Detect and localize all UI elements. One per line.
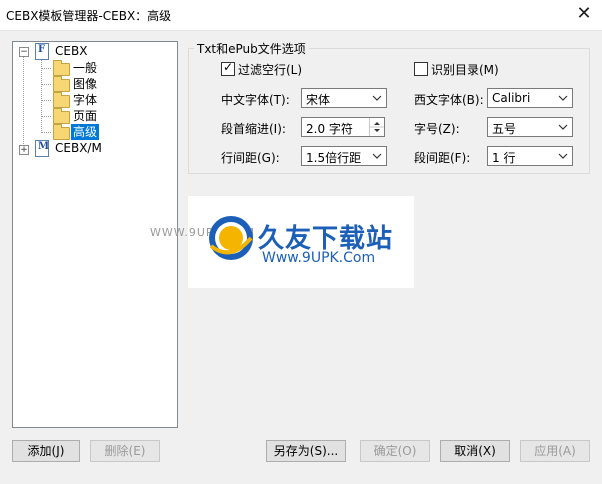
tree-item-cebx[interactable]: CEBX	[55, 43, 87, 59]
window-title: CEBX模板管理器-CEBX：高级	[6, 9, 172, 23]
recognize-toc-label[interactable]: 识别目录(M)	[431, 61, 499, 78]
folder-icon	[53, 92, 70, 108]
add-button[interactable]: 添加(J)	[12, 440, 80, 462]
tree-item-general[interactable]: 一般	[73, 60, 97, 76]
folder-icon	[53, 108, 70, 124]
chinese-font-select[interactable]: 宋体	[301, 88, 387, 108]
collapse-icon[interactable]: −	[19, 47, 29, 57]
chevron-down-icon	[558, 124, 568, 130]
spin-arrows-icon[interactable]	[370, 118, 384, 136]
tree-connector	[23, 56, 24, 148]
tree-item-advanced[interactable]: 高级	[71, 124, 100, 140]
chevron-down-icon	[558, 95, 568, 101]
chevron-down-icon	[372, 153, 382, 159]
cebx-m-template-icon: M	[35, 140, 49, 157]
expand-icon[interactable]: +	[19, 145, 29, 155]
indent-label: 段首缩进(I):	[221, 122, 286, 136]
cancel-button[interactable]: 取消(X)	[440, 440, 510, 462]
tree-connector	[41, 116, 51, 117]
ok-button[interactable]: 确定(O)	[360, 440, 430, 462]
indent-stepper[interactable]: 2.0 字符	[301, 117, 385, 137]
western-font-value: Calibri	[492, 91, 531, 105]
chevron-down-icon	[558, 153, 568, 159]
indent-value: 2.0 字符	[306, 122, 353, 136]
tree-item-cebx-m[interactable]: CEBX/M	[55, 140, 102, 156]
line-spacing-select[interactable]: 1.5倍行距	[301, 146, 387, 166]
line-spacing-label: 行间距(G):	[221, 151, 280, 165]
folder-icon	[53, 60, 70, 76]
folder-icon	[53, 76, 70, 92]
tree-connector	[41, 84, 51, 85]
tree-item-font[interactable]: 字体	[73, 92, 97, 108]
apply-button[interactable]: 应用(A)	[520, 440, 590, 462]
tree-item-page[interactable]: 页面	[73, 108, 97, 124]
chinese-font-value: 宋体	[306, 93, 331, 107]
group-title: Txt和ePub文件选项	[194, 40, 309, 57]
chevron-down-icon	[372, 95, 382, 101]
para-spacing-label: 段间距(F):	[414, 151, 471, 165]
tree-connector	[41, 100, 51, 101]
watermark-url: Www.9UPK.Com	[262, 250, 376, 266]
para-spacing-value: 1 行	[492, 151, 516, 165]
chinese-font-label: 中文字体(T):	[221, 93, 290, 107]
western-font-select[interactable]: Calibri	[487, 88, 573, 108]
cebx-template-icon: F	[35, 43, 49, 60]
tree-item-image[interactable]: 图像	[73, 76, 97, 92]
para-spacing-select[interactable]: 1 行	[487, 146, 573, 166]
font-size-value: 五号	[492, 122, 517, 136]
filter-blank-lines-checkbox[interactable]	[221, 60, 235, 76]
indent-spin-buttons[interactable]	[369, 118, 384, 136]
save-as-button[interactable]: 另存为(S)...	[266, 440, 346, 462]
close-icon[interactable]: ✕	[572, 3, 596, 25]
western-font-label: 西文字体(B):	[414, 93, 484, 107]
font-size-label: 字号(Z):	[414, 122, 460, 136]
recognize-toc-checkbox[interactable]	[414, 62, 428, 76]
watermark-logo-icon	[209, 216, 253, 260]
font-size-select[interactable]: 五号	[487, 117, 573, 137]
open-folder-icon	[53, 124, 70, 140]
line-spacing-value: 1.5倍行距	[306, 151, 362, 165]
tree-connector	[41, 132, 51, 133]
tree-connector	[41, 68, 51, 69]
delete-button[interactable]: 删除(E)	[90, 440, 160, 462]
filter-blank-lines-label[interactable]: 过滤空行(L)	[238, 61, 302, 78]
